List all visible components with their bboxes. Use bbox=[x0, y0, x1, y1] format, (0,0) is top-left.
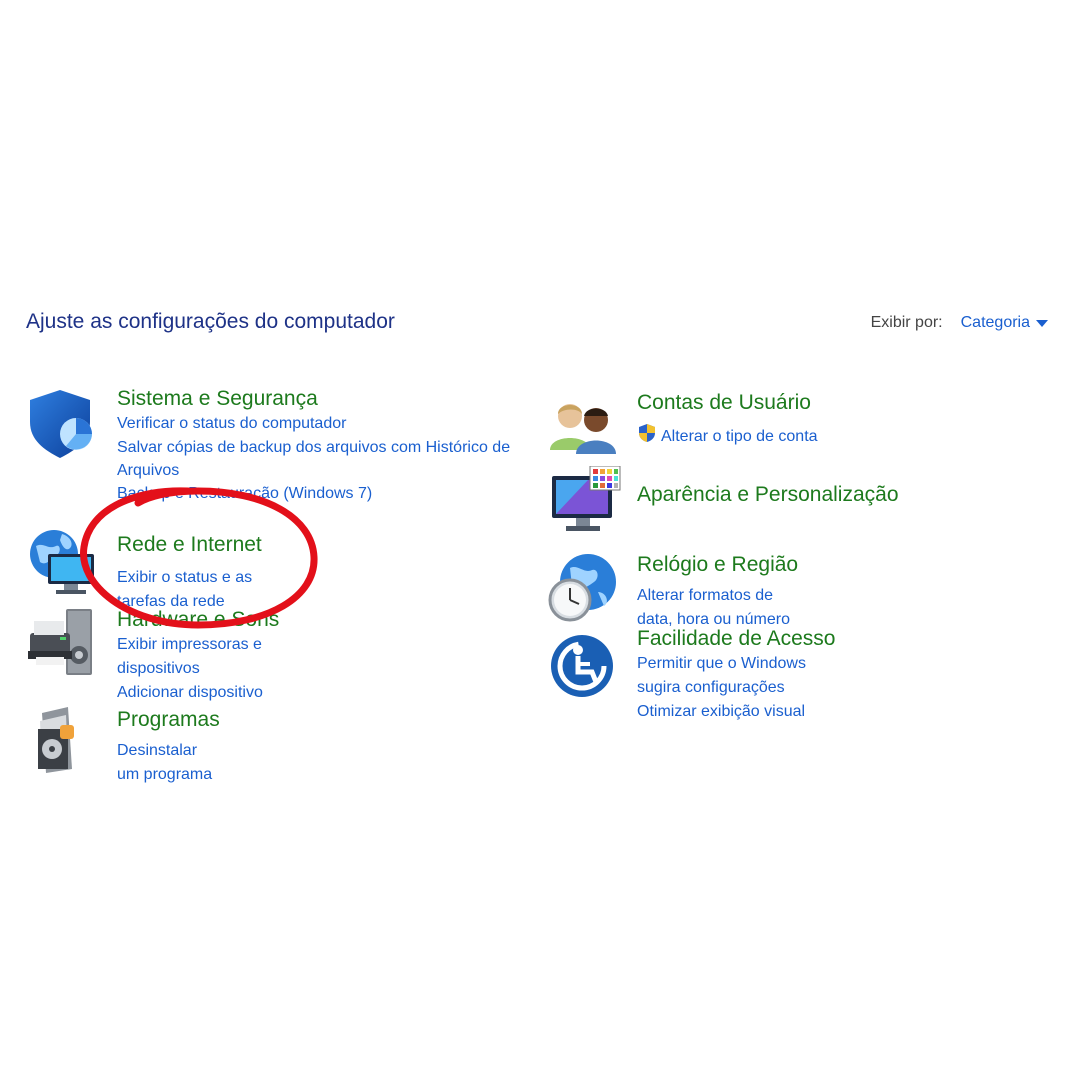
category-title-system-security[interactable]: Sistema e Segurança bbox=[117, 386, 527, 412]
category-title-network-internet[interactable]: Rede e Internet bbox=[117, 532, 262, 558]
programs-box-icon[interactable] bbox=[26, 707, 98, 779]
link-file-history[interactable]: Salvar cópias de backup dos arquivos com… bbox=[117, 436, 527, 482]
view-by: Exibir por: Categoria bbox=[871, 314, 1048, 332]
chevron-down-icon bbox=[1036, 319, 1048, 327]
shield-icon[interactable] bbox=[26, 388, 98, 460]
globe-network-icon[interactable] bbox=[26, 526, 98, 598]
category-title-ease-of-access[interactable]: Facilidade de Acesso bbox=[637, 626, 835, 652]
view-by-label: Exibir por: bbox=[870, 314, 943, 331]
link-check-status[interactable]: Verificar o status do computador bbox=[117, 412, 527, 436]
link-change-account-type-label: Alterar o tipo de conta bbox=[661, 428, 818, 445]
clock-globe-icon[interactable] bbox=[548, 552, 620, 624]
users-icon[interactable] bbox=[548, 394, 620, 466]
category-title-clock-region[interactable]: Relógio e Região bbox=[637, 552, 798, 578]
link-change-account-type[interactable]: Alterar o tipo de conta bbox=[637, 423, 818, 451]
ease-of-access-icon[interactable] bbox=[548, 630, 620, 702]
link-add-device[interactable]: Adicionar dispositivo bbox=[117, 681, 279, 705]
uac-shield-icon bbox=[637, 423, 657, 451]
link-date-time-formats[interactable]: Alterar formatos de data, hora ou número bbox=[637, 584, 798, 632]
monitor-palette-icon[interactable] bbox=[548, 465, 621, 538]
page-title: Ajuste as configurações do computador bbox=[26, 310, 395, 333]
link-windows-suggest[interactable]: Permitir que o Windows sugira configuraç… bbox=[637, 652, 835, 700]
category-title-programs[interactable]: Programas bbox=[117, 707, 220, 733]
printer-icon[interactable] bbox=[26, 607, 98, 679]
category-title-appearance[interactable]: Aparência e Personalização bbox=[637, 482, 899, 508]
link-optimize-display[interactable]: Otimizar exibição visual bbox=[637, 700, 835, 724]
category-title-user-accounts[interactable]: Contas de Usuário bbox=[637, 390, 818, 416]
view-by-value: Categoria bbox=[960, 314, 1030, 331]
view-by-dropdown[interactable]: Categoria bbox=[961, 314, 1048, 332]
category-title-hardware-sound[interactable]: Hardware e Sons bbox=[117, 607, 279, 633]
link-backup-restore[interactable]: Backup e Restauração (Windows 7) bbox=[117, 482, 527, 506]
link-uninstall-program[interactable]: Desinstalar um programa bbox=[117, 739, 220, 787]
link-printers-devices[interactable]: Exibir impressoras e dispositivos bbox=[117, 633, 279, 681]
